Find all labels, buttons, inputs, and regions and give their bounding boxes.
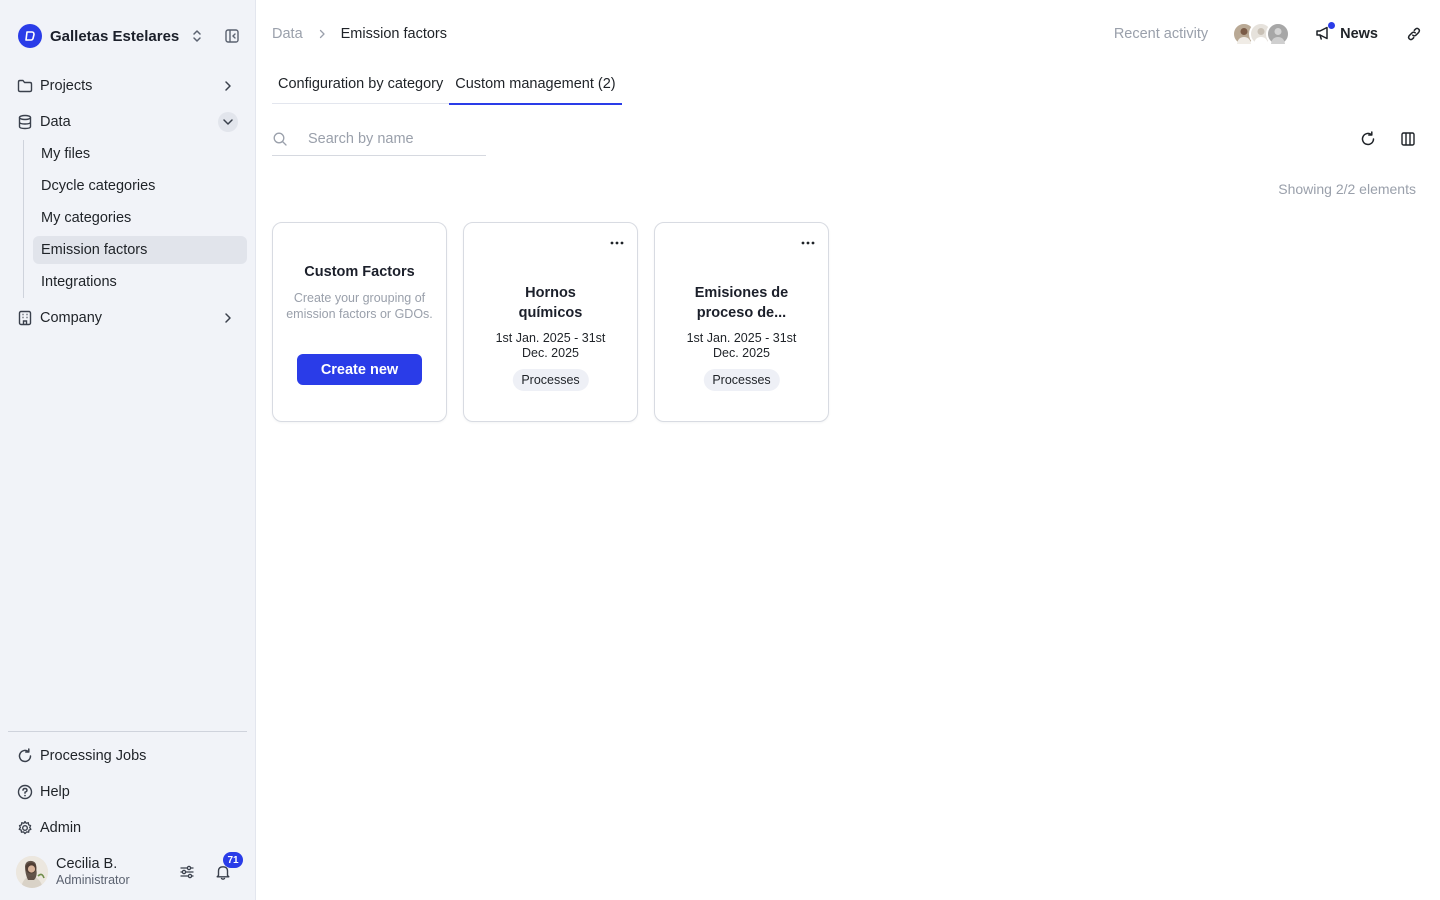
avatar bbox=[1266, 22, 1291, 46]
sidebar-item-label: Admin bbox=[40, 820, 82, 836]
org-logo-icon bbox=[18, 24, 42, 48]
search-icon bbox=[272, 131, 288, 147]
sidebar-item-label: Processing Jobs bbox=[40, 748, 147, 764]
chevron-up-down-icon[interactable] bbox=[188, 27, 206, 45]
search-bar bbox=[272, 124, 486, 156]
main-content: Data Emission factors Recent activity Ne… bbox=[256, 0, 1440, 900]
tab-custom-management[interactable]: Custom management (2) bbox=[449, 72, 623, 105]
sidebar-item-label: Projects bbox=[40, 78, 93, 94]
card-dates: 1st Jan. 2025 - 31st Dec. 2025 bbox=[495, 331, 606, 360]
refresh-button[interactable] bbox=[1358, 129, 1378, 149]
sidebar-subitem-my-files[interactable]: My files bbox=[33, 140, 247, 168]
org-switcher[interactable]: Galletas Estelares bbox=[18, 24, 242, 48]
chevron-down-icon[interactable] bbox=[218, 112, 238, 132]
chevron-right-icon[interactable] bbox=[218, 308, 238, 328]
database-icon bbox=[16, 113, 34, 131]
sidebar-subitem-label: My categories bbox=[41, 210, 132, 226]
breadcrumb-current: Emission factors bbox=[340, 26, 448, 42]
custom-factor-card[interactable]: Emisiones de proceso de... 1st Jan. 2025… bbox=[654, 222, 829, 422]
collapse-sidebar-icon[interactable] bbox=[223, 27, 241, 45]
building-icon bbox=[16, 309, 34, 327]
sliders-icon[interactable] bbox=[178, 863, 196, 881]
link-icon[interactable] bbox=[1404, 24, 1424, 44]
sidebar-divider bbox=[8, 731, 247, 732]
sidebar-item-label: Help bbox=[40, 784, 70, 800]
category-tag: Processes bbox=[512, 369, 589, 391]
notification-badge: 71 bbox=[223, 852, 243, 868]
create-custom-factor-card: Custom Factors Create your grouping of e… bbox=[272, 222, 447, 422]
sidebar-item-data[interactable]: Data bbox=[8, 106, 248, 138]
more-options-icon[interactable] bbox=[798, 235, 818, 251]
create-new-button[interactable]: Create new bbox=[297, 354, 422, 385]
topbar-actions: Recent activity News bbox=[1114, 20, 1424, 48]
card-title: Custom Factors bbox=[304, 264, 415, 280]
category-tag: Processes bbox=[703, 369, 780, 391]
chevron-right-icon[interactable] bbox=[218, 76, 238, 96]
news-button[interactable]: News bbox=[1314, 21, 1378, 45]
tab-bar: Configuration by category Custom managem… bbox=[272, 72, 623, 105]
refresh-icon bbox=[16, 747, 34, 765]
card-dates: 1st Jan. 2025 - 31st Dec. 2025 bbox=[686, 331, 797, 360]
sidebar-subitem-integrations[interactable]: Integrations bbox=[33, 268, 247, 296]
user-name: Cecilia B. bbox=[56, 856, 118, 872]
sidebar-subitem-label: Dcycle categories bbox=[41, 178, 156, 194]
sidebar-item-company[interactable]: Company bbox=[8, 302, 248, 334]
sidebar-subitem-label: Emission factors bbox=[41, 242, 148, 258]
sidebar-subitem-my-categories[interactable]: My categories bbox=[33, 204, 247, 232]
card-title: Emisiones de proceso de... bbox=[694, 285, 789, 321]
more-options-icon[interactable] bbox=[607, 235, 627, 251]
breadcrumb: Data Emission factors bbox=[272, 24, 447, 44]
columns-icon[interactable] bbox=[1398, 129, 1418, 149]
chevron-right-icon bbox=[315, 27, 329, 41]
subnav-guide bbox=[23, 140, 24, 298]
sidebar-item-label: Data bbox=[40, 114, 71, 130]
recent-activity-link[interactable]: Recent activity bbox=[1114, 26, 1208, 42]
card-grid: Custom Factors Create your grouping of e… bbox=[272, 222, 845, 422]
breadcrumb-data[interactable]: Data bbox=[272, 26, 303, 42]
search-input[interactable] bbox=[308, 128, 484, 150]
gear-icon bbox=[16, 819, 34, 837]
custom-factor-card[interactable]: Hornos químicos 1st Jan. 2025 - 31st Dec… bbox=[463, 222, 638, 422]
app: Galletas Estelares Projects Data My file… bbox=[0, 0, 1440, 900]
sidebar-item-label: Company bbox=[40, 310, 103, 326]
sidebar-subitem-emission-factors[interactable]: Emission factors bbox=[33, 236, 247, 264]
card-description: Create your grouping of emission factors… bbox=[286, 291, 433, 321]
sidebar-item-help[interactable]: Help bbox=[8, 776, 248, 808]
tab-configuration-by-category[interactable]: Configuration by category bbox=[272, 72, 449, 104]
avatar[interactable] bbox=[16, 856, 48, 888]
sidebar-item-admin[interactable]: Admin bbox=[8, 812, 248, 844]
sidebar: Galletas Estelares Projects Data My file… bbox=[0, 0, 256, 900]
user-profile[interactable]: Cecilia B. Administrator 71 bbox=[16, 852, 248, 888]
sidebar-item-projects[interactable]: Projects bbox=[8, 70, 248, 102]
help-circle-icon bbox=[16, 783, 34, 801]
card-title: Hornos químicos bbox=[518, 285, 583, 321]
user-role: Administrator bbox=[56, 873, 130, 887]
sidebar-subitem-label: Integrations bbox=[41, 274, 117, 290]
news-indicator bbox=[1328, 21, 1336, 29]
collaborator-avatars[interactable] bbox=[1232, 22, 1291, 46]
org-name: Galletas Estelares bbox=[50, 27, 180, 45]
sidebar-subitem-dcycle-categories[interactable]: Dcycle categories bbox=[33, 172, 247, 200]
folder-icon bbox=[16, 77, 34, 95]
sidebar-item-processing-jobs[interactable]: Processing Jobs bbox=[8, 740, 248, 772]
results-counter: Showing 2/2 elements bbox=[1278, 181, 1416, 197]
news-label: News bbox=[1340, 26, 1378, 42]
sidebar-subitem-label: My files bbox=[41, 146, 91, 162]
